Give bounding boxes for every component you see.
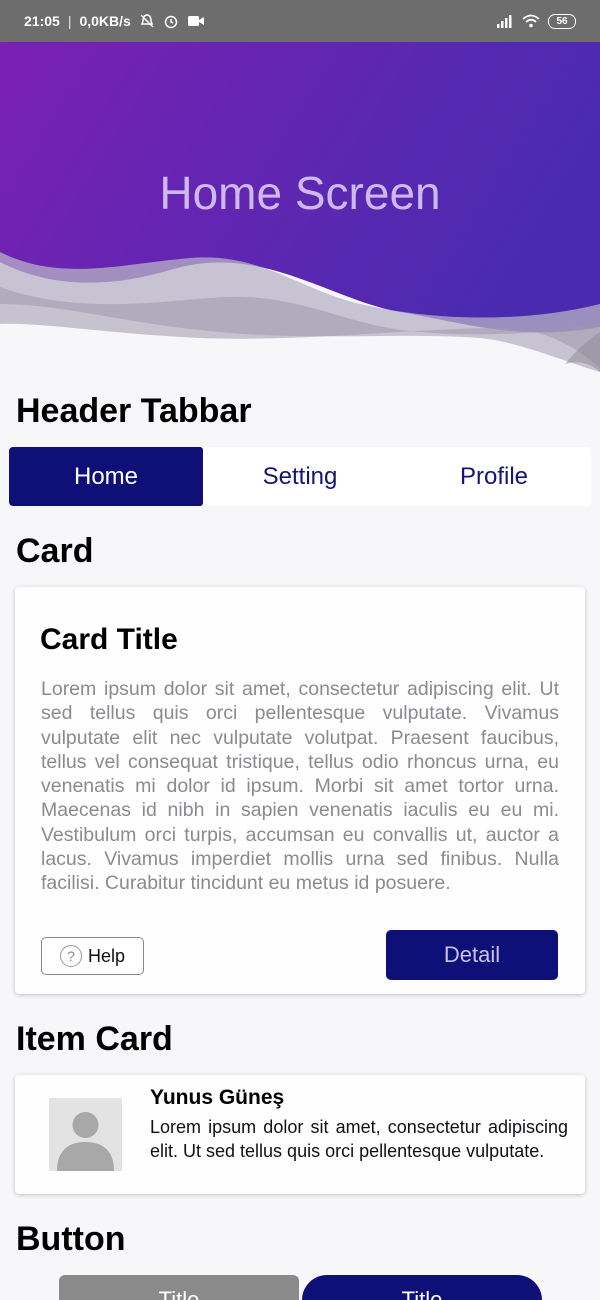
status-left: 21:05 | 0,0KB/s bbox=[24, 13, 205, 29]
section-title-card: Card bbox=[16, 532, 94, 570]
signal-icon bbox=[497, 15, 512, 28]
card: Card Title Lorem ipsum dolor sit amet, c… bbox=[15, 587, 585, 994]
header-tabbar: Home Setting Profile bbox=[9, 447, 591, 506]
section-title-tabbar: Header Tabbar bbox=[16, 392, 252, 430]
item-name: Yunus Güneş bbox=[150, 1086, 285, 1109]
help-button[interactable]: ? Help bbox=[41, 937, 144, 975]
status-right: 56 bbox=[496, 13, 576, 29]
status-time: 21:05 bbox=[24, 13, 60, 29]
mute-icon bbox=[140, 14, 154, 28]
screen: 21:05 | 0,0KB/s 56 Home Screen Header Ta… bbox=[0, 0, 600, 1300]
title-button-navy[interactable]: Title bbox=[302, 1275, 542, 1300]
detail-button[interactable]: Detail bbox=[386, 930, 558, 980]
tab-profile[interactable]: Profile bbox=[397, 447, 591, 506]
wifi-icon bbox=[522, 14, 540, 28]
card-body: Lorem ipsum dolor sit amet, consectetur … bbox=[41, 678, 559, 895]
tab-home[interactable]: Home bbox=[9, 447, 203, 506]
status-network-speed: 0,0KB/s bbox=[79, 13, 131, 29]
item-description: Lorem ipsum dolor sit amet, consectetur … bbox=[150, 1117, 568, 1161]
status-bar: 21:05 | 0,0KB/s 56 bbox=[0, 0, 600, 42]
help-button-label: Help bbox=[87, 945, 126, 966]
header-title: Home Screen bbox=[159, 167, 441, 219]
status-separator: | bbox=[67, 13, 72, 29]
avatar-placeholder-icon bbox=[49, 1098, 122, 1171]
header: Home Screen bbox=[0, 42, 600, 382]
section-title-item-card: Item Card bbox=[16, 1020, 173, 1058]
card-title: Card Title bbox=[40, 623, 178, 656]
alarm-icon bbox=[164, 15, 178, 29]
title-button-grey[interactable]: Title bbox=[59, 1275, 299, 1300]
help-circle-icon: ? bbox=[59, 945, 82, 967]
section-title-button: Button bbox=[16, 1220, 126, 1258]
item-card[interactable]: Yunus Güneş Lorem ipsum dolor sit amet, … bbox=[15, 1075, 585, 1194]
video-icon bbox=[187, 16, 204, 26]
tab-setting[interactable]: Setting bbox=[203, 447, 397, 506]
battery-icon: 56 bbox=[548, 13, 576, 29]
